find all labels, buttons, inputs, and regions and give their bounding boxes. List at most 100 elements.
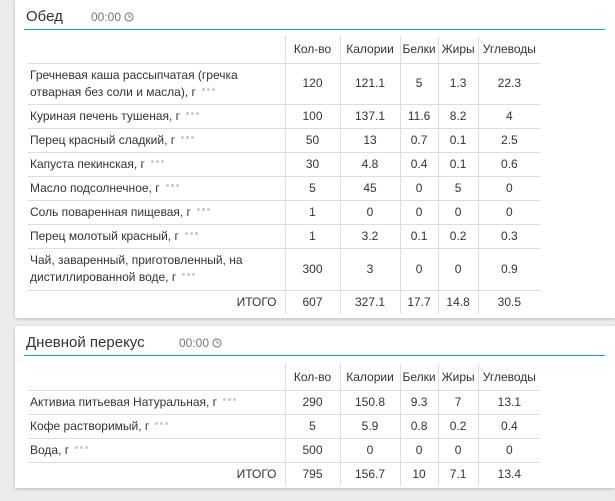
total-row: ИТОГО 607 327.1 17.7 14.8 30.5 <box>28 289 541 314</box>
total-row: ИТОГО 795 156.7 10 7.1 13.4 <box>28 461 541 486</box>
table-row[interactable]: Перец молотый красный, г 1 3.2 0.1 0.2 0… <box>28 223 541 248</box>
table-row[interactable]: Кофе растворимый, г 5 5.9 0.8 0.2 0.4 <box>28 413 541 438</box>
food-carbs: 4 <box>477 103 541 128</box>
food-carbs: 22.3 <box>477 62 541 104</box>
meal-title: Обед <box>26 8 63 25</box>
food-calories: 3 <box>339 247 400 290</box>
food-fat: 0.2 <box>437 413 479 438</box>
header-carbs: Углеводы <box>477 364 541 390</box>
more-dots-icon[interactable] <box>184 231 198 236</box>
header-name <box>28 364 285 390</box>
total-protein: 10 <box>399 461 439 486</box>
food-name: Кофе растворимый, г <box>28 413 285 438</box>
food-carbs: 0 <box>477 437 541 462</box>
table-row[interactable]: Перец красный сладкий, г 50 13 0.7 0.1 2… <box>28 127 541 152</box>
food-name: Активиа питьевая Натуральная, г <box>28 389 285 414</box>
food-calories: 3.2 <box>339 223 400 248</box>
food-protein: 0.1 <box>399 223 439 248</box>
food-fat: 0.1 <box>437 127 479 152</box>
food-fat: 1.3 <box>437 62 479 104</box>
table-row[interactable]: Чай, заваренный, приготовленный, на дист… <box>28 247 541 290</box>
food-name: Масло подсолнечное, г <box>28 175 285 200</box>
food-carbs: 0.4 <box>477 413 541 438</box>
food-fat: 0 <box>437 437 479 462</box>
food-carbs: 2.5 <box>477 127 541 152</box>
total-qty: 795 <box>284 461 340 486</box>
more-dots-icon[interactable] <box>201 87 215 92</box>
food-qty: 500 <box>284 437 340 462</box>
food-fat: 0 <box>437 247 479 290</box>
food-protein: 0.8 <box>399 413 439 438</box>
food-protein: 5 <box>399 62 439 104</box>
food-carbs: 0.3 <box>477 223 541 248</box>
table-row[interactable]: Капуста пекинская, г 30 4.8 0.4 0.1 0.6 <box>28 151 541 176</box>
clock-icon <box>124 12 134 22</box>
more-dots-icon[interactable] <box>181 135 195 140</box>
food-name: Перец красный сладкий, г <box>28 127 285 152</box>
table-row[interactable]: Активиа питьевая Натуральная, г 290 150.… <box>28 389 541 414</box>
meal-table: Кол-во Калории Белки Жиры Углеводы Актив… <box>28 364 541 486</box>
food-calories: 13 <box>339 127 400 152</box>
food-name: Чай, заваренный, приготовленный, на дист… <box>28 247 285 290</box>
header-fat: Жиры <box>437 36 479 63</box>
food-protein: 0 <box>399 199 439 224</box>
meal-header: Дневной перекус 00:00 <box>24 326 605 356</box>
header-calories: Калории <box>339 364 400 390</box>
food-fat: 7 <box>437 389 479 414</box>
food-protein: 9.3 <box>399 389 439 414</box>
food-calories: 121.1 <box>339 62 400 104</box>
header-fat: Жиры <box>437 364 479 390</box>
table-row[interactable]: Куриная печень тушеная, г 100 137.1 11.6… <box>28 103 541 128</box>
header-carbs: Углеводы <box>477 36 541 63</box>
food-qty: 100 <box>284 103 340 128</box>
more-dots-icon[interactable] <box>196 207 210 212</box>
total-qty: 607 <box>284 289 340 314</box>
food-fat: 0 <box>437 199 479 224</box>
header-protein: Белки <box>399 364 439 390</box>
more-dots-icon[interactable] <box>75 445 89 450</box>
food-calories: 5.9 <box>339 413 400 438</box>
more-dots-icon[interactable] <box>150 159 164 164</box>
food-qty: 120 <box>284 62 340 104</box>
header-qty: Кол-во <box>284 36 340 63</box>
total-label: ИТОГО <box>28 461 285 486</box>
food-protein: 0 <box>399 437 439 462</box>
food-protein: 0.7 <box>399 127 439 152</box>
food-carbs: 13.1 <box>477 389 541 414</box>
more-dots-icon[interactable] <box>223 397 237 402</box>
meal-card-snack: Дневной перекус 00:00 Кол-во Калории Бел… <box>15 326 615 488</box>
more-dots-icon[interactable] <box>186 111 200 116</box>
food-carbs: 0 <box>477 199 541 224</box>
table-row[interactable]: Вода, г 500 0 0 0 0 <box>28 437 541 462</box>
table-row[interactable]: Гречневая каша рассыпчатая (гречка отвар… <box>28 62 541 104</box>
more-dots-icon[interactable] <box>155 421 169 426</box>
total-fat: 7.1 <box>437 461 479 486</box>
header-calories: Калории <box>339 36 400 63</box>
meal-time[interactable]: 00:00 <box>179 336 222 350</box>
total-fat: 14.8 <box>437 289 479 314</box>
total-calories: 327.1 <box>339 289 400 314</box>
more-dots-icon[interactable] <box>182 273 196 277</box>
food-protein: 0 <box>399 175 439 200</box>
food-fat: 5 <box>437 175 479 200</box>
food-protein: 11.6 <box>399 103 439 128</box>
table-row[interactable]: Соль поваренная пищевая, г 1 0 0 0 0 <box>28 199 541 224</box>
table-header-row: Кол-во Калории Белки Жиры Углеводы <box>28 364 541 390</box>
meal-time[interactable]: 00:00 <box>91 10 134 24</box>
meal-table: Кол-во Калории Белки Жиры Углеводы Гречн… <box>28 36 541 314</box>
header-protein: Белки <box>399 36 439 63</box>
more-dots-icon[interactable] <box>165 183 179 188</box>
food-fat: 0.2 <box>437 223 479 248</box>
food-name: Вода, г <box>28 437 285 462</box>
food-qty: 30 <box>284 151 340 176</box>
food-name: Перец молотый красный, г <box>28 223 285 248</box>
food-carbs: 0.6 <box>477 151 541 176</box>
meal-card-lunch: Обед 00:00 Кол-во Калории Белки Жиры Угл… <box>15 0 615 318</box>
food-calories: 150.8 <box>339 389 400 414</box>
table-row[interactable]: Масло подсолнечное, г 5 45 0 5 0 <box>28 175 541 200</box>
food-qty: 1 <box>284 223 340 248</box>
food-protein: 0.4 <box>399 151 439 176</box>
food-qty: 1 <box>284 199 340 224</box>
total-calories: 156.7 <box>339 461 400 486</box>
header-qty: Кол-во <box>284 364 340 390</box>
